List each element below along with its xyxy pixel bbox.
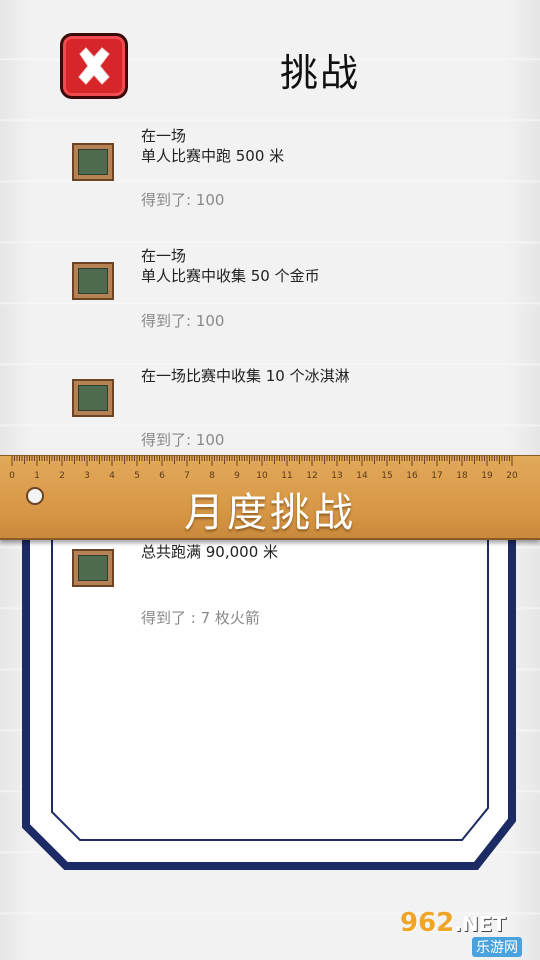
- watermark-number: 962: [400, 908, 455, 938]
- monthly-description: 总共跑满 90,000 米: [141, 543, 279, 561]
- challenge-checkbox: [72, 143, 114, 181]
- monthly-checkbox: [72, 549, 114, 587]
- challenge-checkbox: [72, 262, 114, 300]
- challenge-reward: 得到了: 100: [141, 191, 225, 209]
- challenge-description: 在一场 单人比赛中跑 500 米: [141, 127, 285, 165]
- watermark-suffix: .NET: [454, 912, 506, 936]
- page-title: 挑战: [280, 51, 361, 95]
- watermark: 962.NET 乐游网: [400, 908, 536, 957]
- challenge-reward: 得到了: 100: [141, 312, 225, 330]
- header: 挑战: [0, 0, 540, 115]
- section-title: 月度挑战: [184, 490, 356, 536]
- challenge-description: 在一场 单人比赛中收集 50 个金币: [141, 247, 320, 285]
- challenge-item: 在一场 单人比赛中跑 500 米 得到了: 100: [0, 120, 540, 230]
- close-button[interactable]: [60, 33, 128, 99]
- challenge-reward: 得到了: 100: [141, 431, 225, 449]
- challenge-checkbox: [72, 379, 114, 417]
- ruler-banner: 0 1 2 3 4 5 6 7 8 9 10 11 12 13 14 15 16 17 18 19 20 月度挑战: [0, 455, 540, 540]
- monthly-reward: 得到了 : 7 枚火箭: [141, 609, 260, 627]
- close-icon: [78, 47, 110, 85]
- monthly-item: 总共跑满 90,000 米 得到了 : 7 枚火箭: [0, 537, 540, 647]
- challenge-item: 在一场比赛中收集 10 个冰淇淋 得到了: 100: [0, 360, 540, 470]
- challenge-description: 在一场比赛中收集 10 个冰淇淋: [141, 367, 350, 385]
- watermark-label: 乐游网: [472, 937, 522, 957]
- challenge-item: 在一场 单人比赛中收集 50 个金币 得到了: 100: [0, 241, 540, 351]
